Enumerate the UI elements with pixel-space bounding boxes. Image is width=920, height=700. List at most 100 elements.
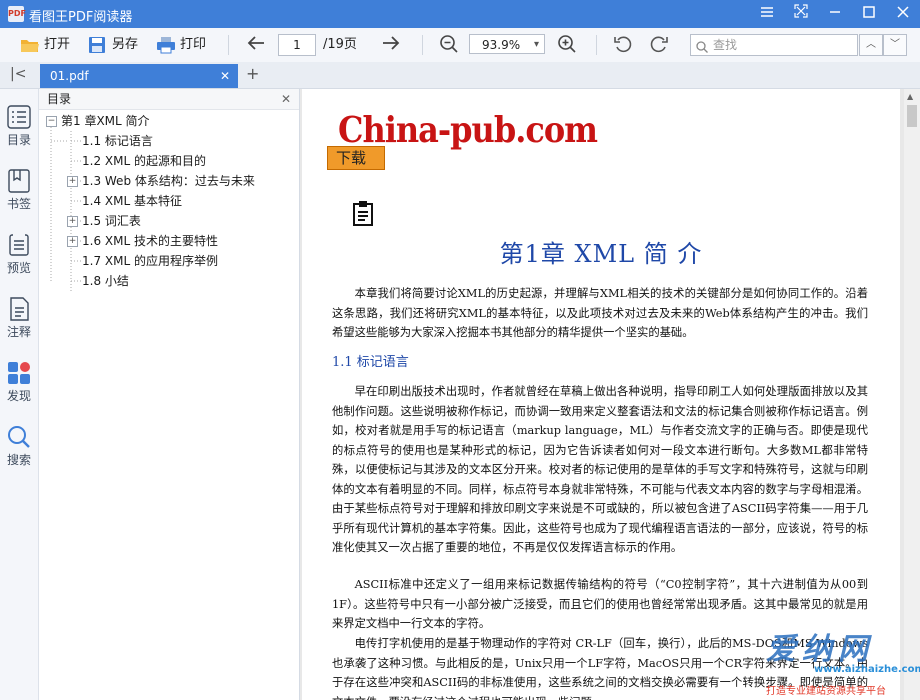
sidebar-item-bookmark[interactable]: 书签 (0, 169, 38, 212)
outline-item-label: 第1 章XML 简介 (61, 114, 150, 128)
rotate-right-icon (649, 36, 669, 58)
save-as-label: 另存 (112, 37, 139, 52)
section-title: 1.1 标记语言 (332, 355, 409, 370)
document-viewer[interactable]: China-pub.com 下载 第1章 XML 简 介 本章我们将简要讨论XM… (300, 89, 904, 700)
close-tab-icon[interactable]: ✕ (220, 64, 230, 88)
divider (228, 35, 229, 55)
sidebar-item-label: 搜索 (6, 453, 31, 467)
arrow-left-icon (246, 36, 266, 56)
scrollbar-thumb[interactable] (907, 105, 917, 127)
maximize-icon[interactable] (852, 0, 886, 28)
page-number-input[interactable]: 1 (278, 34, 316, 56)
next-page-button[interactable] (381, 34, 401, 56)
outline-item-1-2[interactable]: 1.2 XML 的起源和目的 (82, 151, 206, 171)
minimize-icon[interactable] (818, 0, 852, 28)
zoom-out-icon (439, 35, 459, 58)
vertical-scrollbar[interactable]: ▲ (904, 89, 920, 700)
sidebar-item-preview[interactable]: 预览 (0, 233, 38, 276)
bookmark-icon (8, 169, 30, 193)
outline-item-label: 1.3 Web 体系结构：过去与未来 (82, 174, 255, 188)
print-icon (156, 36, 176, 54)
search-prev-button[interactable]: ︿ (859, 34, 883, 56)
expand-icon[interactable]: + (67, 236, 78, 247)
chevron-down-icon: ﹀ (890, 39, 900, 50)
chapter-title: 第1章 XML 简 介 (499, 240, 703, 268)
sidebar-item-label: 目录 (6, 133, 31, 147)
tab-document[interactable]: 01.pdf ✕ (40, 64, 238, 88)
annotation-icon (10, 297, 29, 321)
outline-item-1-6[interactable]: +1.6 XML 技术的主要特性 (67, 231, 218, 251)
folder-icon (20, 36, 40, 54)
print-label: 打印 (180, 37, 207, 52)
sidebar-item-search[interactable]: 搜索 (0, 425, 38, 468)
discover-icon (8, 362, 30, 384)
page-total: /19页 (323, 37, 357, 52)
close-outline-icon[interactable]: ✕ (281, 89, 291, 109)
outline-item-chapter1[interactable]: − 第1 章XML 简介 (46, 111, 150, 131)
pdf-page: China-pub.com 下载 第1章 XML 简 介 本章我们将简要讨论XM… (302, 89, 900, 700)
outline-item-label: 1.2 XML 的起源和目的 (82, 154, 206, 168)
outline-item-label: 1.6 XML 技术的主要特性 (82, 234, 218, 248)
expand-icon[interactable]: + (67, 216, 78, 227)
outline-item-1-7[interactable]: 1.7 XML 的应用程序举例 (82, 251, 218, 271)
chevron-down-icon: ▾ (533, 39, 539, 50)
rotate-left-button[interactable] (613, 34, 633, 56)
menu-icon[interactable] (750, 0, 784, 28)
outline-item-label: 1.7 XML 的应用程序举例 (82, 254, 218, 268)
save-icon (88, 36, 108, 54)
outline-panel: 目录 ✕ − 第1 章XML 简介 1.1 标记语言 1.2 XML 的起源和目的… (39, 89, 300, 700)
chevron-up-icon: ︿ (866, 39, 876, 50)
sidebar-item-discover[interactable]: 发现 (0, 361, 38, 404)
collapse-icon[interactable]: − (46, 116, 57, 127)
close-icon[interactable] (886, 0, 920, 28)
zoom-value: 93.9% (482, 38, 521, 52)
search-next-button[interactable]: ﹀ (883, 34, 907, 56)
watermark-slogan: 打造专业建站资源共享平台 (766, 686, 886, 697)
china-pub-logo: China-pub.com (338, 109, 598, 151)
app-logo-icon: PDF (8, 6, 26, 22)
zoom-out-button[interactable] (439, 34, 459, 56)
sidebar-item-label: 预览 (6, 261, 31, 275)
zoom-in-button[interactable] (557, 34, 577, 56)
toc-icon (7, 105, 31, 129)
sidebar-item-toc[interactable]: 目录 (0, 105, 38, 148)
prev-page-button[interactable] (246, 34, 266, 56)
watermark: 爱纳网 www.aizhaizhe.com 打造专业建站资源共享平台 (766, 624, 920, 697)
intro-paragraph: 本章我们将简要讨论XML的历史起源，并理解与XML相关的技术的关键部分是如何协同… (332, 287, 868, 339)
rotate-left-icon (613, 36, 633, 58)
toolbar: 打开 另存 打印 1 /19页 93.9% ▾ 查找 ︿ ﹀ (0, 28, 920, 63)
watermark-logo: 爱纳网 (766, 632, 874, 667)
arrow-right-icon (381, 36, 401, 56)
outline-item-1-8[interactable]: 1.8 小结 (82, 271, 129, 291)
save-as-button[interactable]: 另存 (88, 34, 138, 56)
outline-item-1-3[interactable]: +1.3 Web 体系结构：过去与未来 (67, 171, 255, 191)
outline-item-label: 1.5 词汇表 (82, 214, 141, 228)
search-icon (8, 426, 30, 448)
open-label: 打开 (44, 37, 71, 52)
zoom-select[interactable]: 93.9% ▾ (469, 34, 545, 54)
outline-item-1-5[interactable]: +1.5 词汇表 (67, 211, 141, 231)
scroll-up-icon[interactable]: ▲ (907, 92, 913, 101)
preview-icon (9, 233, 29, 256)
open-button[interactable]: 打开 (20, 34, 70, 56)
divider (422, 35, 423, 55)
outline-item-1-4[interactable]: 1.4 XML 基本特征 (82, 191, 182, 211)
fullscreen-icon[interactable] (784, 0, 818, 28)
collapse-panel-icon[interactable]: |< (10, 66, 26, 82)
body-paragraph: 早在印刷出版技术出现时，作者就曾经在草稿上做出各种说明，指导印刷工人如何处理版面… (332, 385, 868, 554)
new-tab-icon[interactable]: + (246, 64, 259, 83)
sidebar-item-annotation[interactable]: 注释 (0, 297, 38, 340)
zoom-in-icon (557, 35, 577, 58)
search-icon (696, 39, 708, 59)
search-placeholder: 查找 (713, 38, 738, 52)
tab-label: 01.pdf (50, 69, 89, 83)
search-input[interactable]: 查找 (690, 34, 858, 56)
expand-icon[interactable]: + (67, 176, 78, 187)
title-bar: PDF 看图王PDF阅读器 (0, 0, 920, 28)
clipboard-icon (351, 200, 375, 229)
outline-item-1-1[interactable]: 1.1 标记语言 (82, 131, 153, 151)
outline-item-label: 1.4 XML 基本特征 (82, 194, 182, 208)
print-button[interactable]: 打印 (156, 34, 206, 56)
tab-bar: |< 01.pdf ✕ + (0, 62, 920, 89)
rotate-right-button[interactable] (649, 34, 669, 56)
